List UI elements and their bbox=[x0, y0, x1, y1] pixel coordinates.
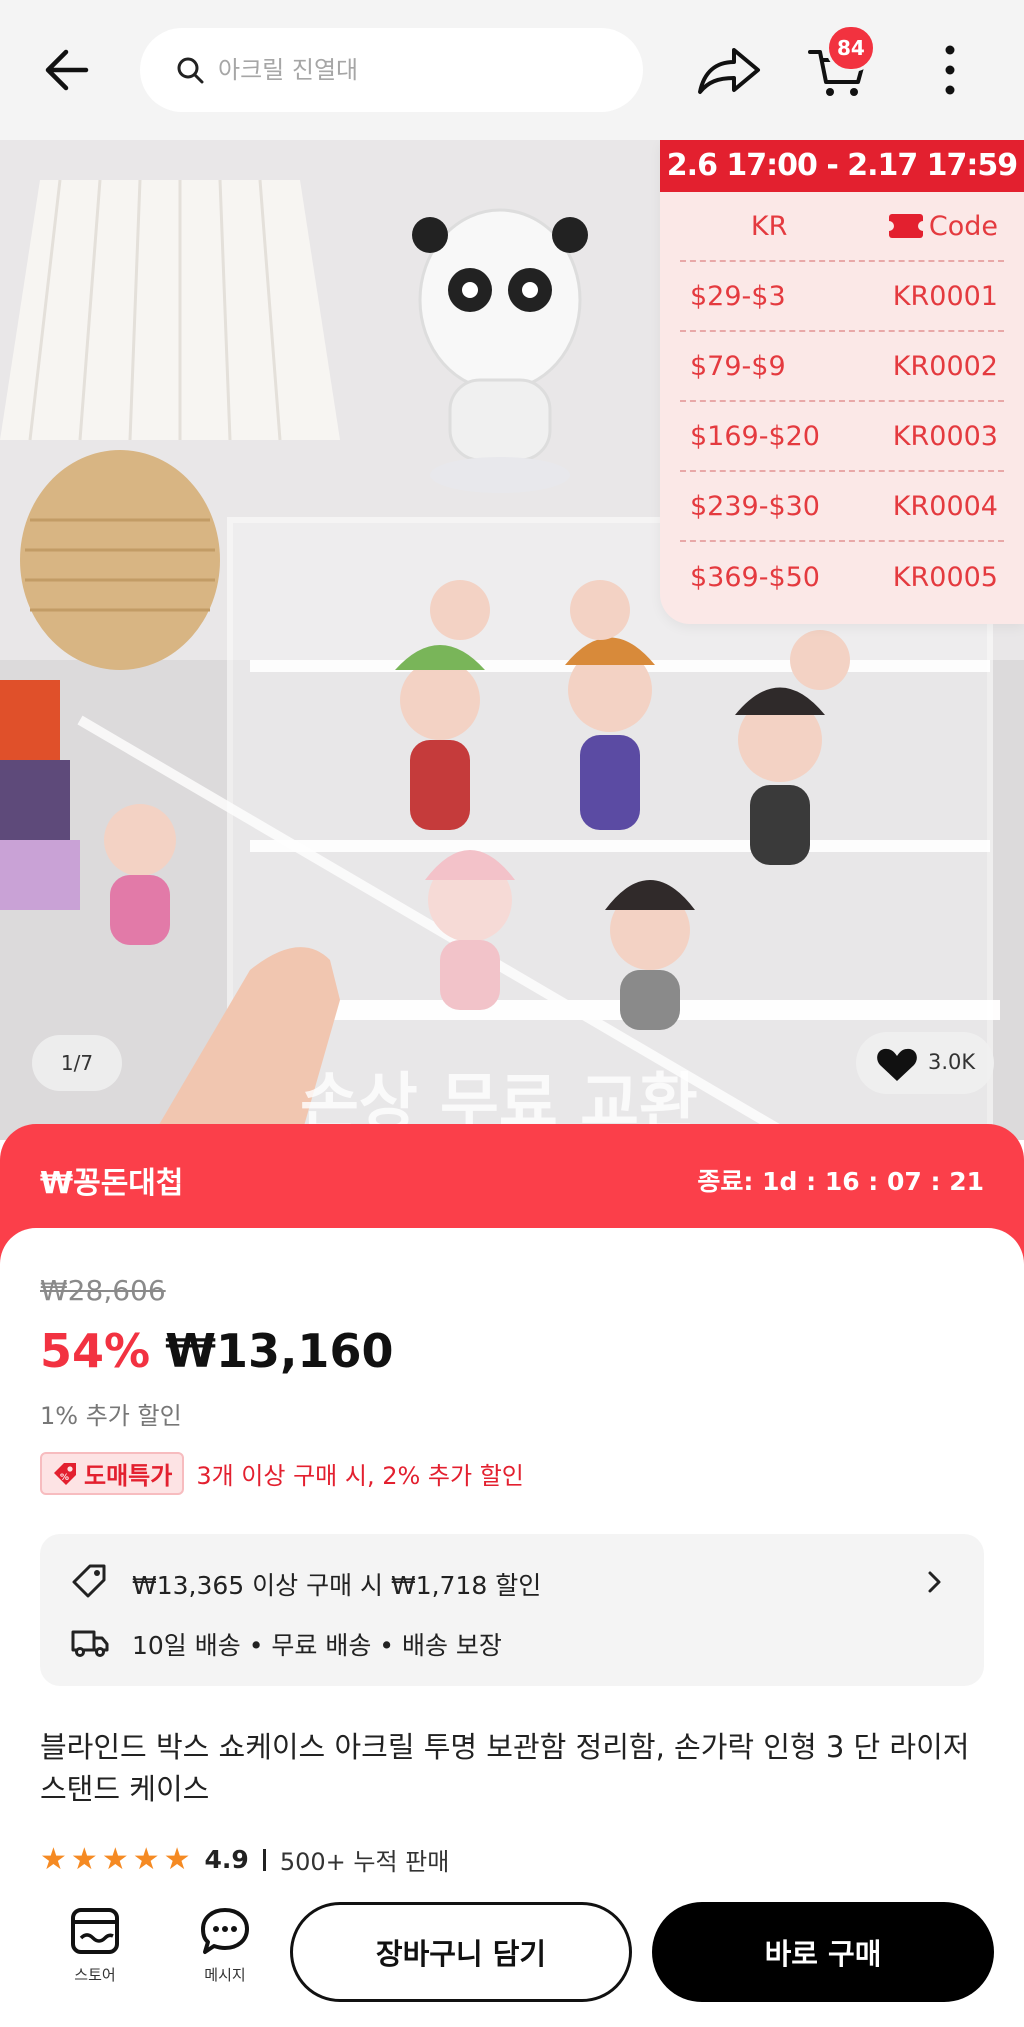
star-icon: ★ bbox=[163, 1841, 191, 1877]
message-label: 메시지 bbox=[204, 1966, 246, 1984]
search-icon bbox=[177, 57, 204, 84]
coupon-row: $29-$3 KR0001 bbox=[680, 262, 1004, 332]
search-input[interactable] bbox=[218, 46, 618, 94]
sold-count: 500+ 누적 판매 bbox=[279, 1848, 450, 1876]
share-icon[interactable] bbox=[694, 38, 764, 102]
svg-text:%: % bbox=[60, 1473, 69, 1483]
coupon-code: KR0002 bbox=[892, 350, 998, 382]
rating-value: 4.9 bbox=[204, 1845, 249, 1874]
product-title: 블라인드 박스 쇼케이스 아크릴 투명 보관함 정리함, 손가락 인형 3 단 … bbox=[40, 1730, 970, 1806]
wholesale-label: 도매특가 bbox=[84, 1462, 173, 1490]
coupon-discount: $169-$20 bbox=[690, 420, 820, 452]
divider bbox=[262, 1848, 266, 1871]
image-page-indicator: 1/7 bbox=[32, 1035, 122, 1091]
shipping-row: 10일 배송 • 무료 배송 • 배송 보장 bbox=[70, 1622, 954, 1662]
coupon-discount: $79-$9 bbox=[690, 350, 786, 382]
store-button[interactable]: 스토어 bbox=[58, 1906, 132, 1985]
wholesale-offer: % 도매특가 3개 이상 구매 시, 2% 추가 할인 bbox=[40, 1452, 524, 1495]
coupon-code: KR0004 bbox=[892, 490, 998, 522]
store-label: 스토어 bbox=[74, 1966, 116, 1984]
coupon-code: KR0001 bbox=[892, 280, 998, 312]
coupon-row: $79-$9 KR0002 bbox=[680, 332, 1004, 402]
ticket-icon bbox=[883, 214, 928, 238]
chevron-right-icon bbox=[928, 1571, 941, 1593]
coupon-row: $239-$30 KR0004 bbox=[680, 472, 1004, 542]
chat-bubble-icon bbox=[201, 1908, 249, 1954]
delivery-truck-icon bbox=[71, 1630, 109, 1657]
coupon-benefit-row[interactable]: ₩13,365 이상 구매 시 ₩1,718 할인 bbox=[70, 1562, 954, 1602]
benefits-card[interactable]: ₩13,365 이상 구매 시 ₩1,718 할인 10일 배송 • 무료 배송… bbox=[40, 1534, 984, 1686]
promo-title: ₩꽁돈대첩 bbox=[40, 1166, 184, 1201]
heart-icon bbox=[877, 1048, 917, 1081]
search-bar[interactable] bbox=[140, 28, 643, 112]
extra-discount: 1% 추가 할인 bbox=[40, 1402, 182, 1430]
product-image-gallery[interactable]: 손상 무료 교환 2.6 17:00 - 2.17 17:59 KR Code … bbox=[0, 140, 1024, 1140]
like-count: 3.0K bbox=[928, 1050, 976, 1074]
coupon-row: $169-$20 KR0003 bbox=[680, 402, 1004, 472]
coupon-discount: $239-$30 bbox=[690, 490, 820, 522]
product-info-panel: ₩28,606 54% ₩13,160 1% 추가 할인 % 도매특가 3개 이… bbox=[0, 1228, 1024, 1898]
star-icon: ★ bbox=[101, 1841, 129, 1877]
buy-now-button[interactable]: 바로 구매 bbox=[652, 1902, 994, 2002]
like-button[interactable]: 3.0K bbox=[856, 1032, 994, 1094]
wholesale-badge: % 도매특가 bbox=[40, 1452, 185, 1495]
coupon-code-board: 2.6 17:00 - 2.17 17:59 KR Code $29-$3 KR… bbox=[660, 140, 1024, 624]
top-bar: 84 bbox=[0, 0, 1024, 140]
coupon-benefit-text: ₩13,365 이상 구매 시 ₩1,718 할인 bbox=[132, 1571, 542, 1600]
coupon-code: KR0005 bbox=[892, 561, 998, 593]
original-price: ₩28,606 bbox=[40, 1274, 166, 1307]
more-options-icon[interactable] bbox=[930, 40, 970, 100]
store-icon bbox=[71, 1908, 119, 1954]
coupon-discount: $369-$50 bbox=[690, 561, 820, 593]
coupon-col-code-label: Code bbox=[928, 210, 998, 242]
rating-summary[interactable]: ★ ★ ★ ★ ★ 4.9 500+ 누적 판매 bbox=[40, 1842, 449, 1877]
coupon-table-header: KR Code bbox=[680, 192, 1004, 262]
discount-percent: 54% bbox=[40, 1324, 151, 1378]
star-icon: ★ bbox=[40, 1841, 67, 1877]
cart-count-badge: 84 bbox=[826, 24, 876, 72]
price-line: 54% ₩13,160 bbox=[40, 1324, 393, 1378]
coupon-code: KR0003 bbox=[892, 420, 998, 452]
price-tag-icon bbox=[72, 1564, 106, 1598]
bottom-action-bar: 스토어 메시지 장바구니 담기 바로 구매 bbox=[0, 1880, 1024, 2027]
tag-icon: % bbox=[54, 1462, 76, 1485]
coupon-row: $369-$50 KR0005 bbox=[680, 542, 1004, 612]
message-button[interactable]: 메시지 bbox=[188, 1906, 262, 1985]
shipping-text: 10일 배송 • 무료 배송 • 배송 보장 bbox=[132, 1631, 502, 1660]
wholesale-text: 3개 이상 구매 시, 2% 추가 할인 bbox=[196, 1462, 524, 1490]
rating-stars: ★ ★ ★ ★ ★ bbox=[40, 1841, 191, 1877]
star-icon: ★ bbox=[70, 1841, 98, 1877]
coupon-col-region: KR bbox=[750, 210, 788, 242]
promo-countdown: 종료: 1d : 16 : 07 : 21 bbox=[697, 1167, 984, 1196]
coupon-col-code: Code bbox=[858, 211, 1004, 242]
sale-price: ₩13,160 bbox=[165, 1324, 394, 1378]
back-arrow-icon[interactable] bbox=[38, 40, 98, 100]
coupon-discount: $29-$3 bbox=[690, 280, 786, 312]
star-icon: ★ bbox=[132, 1841, 160, 1877]
coupon-period: 2.6 17:00 - 2.17 17:59 bbox=[660, 140, 1024, 192]
add-to-cart-button[interactable]: 장바구니 담기 bbox=[290, 1902, 632, 2002]
